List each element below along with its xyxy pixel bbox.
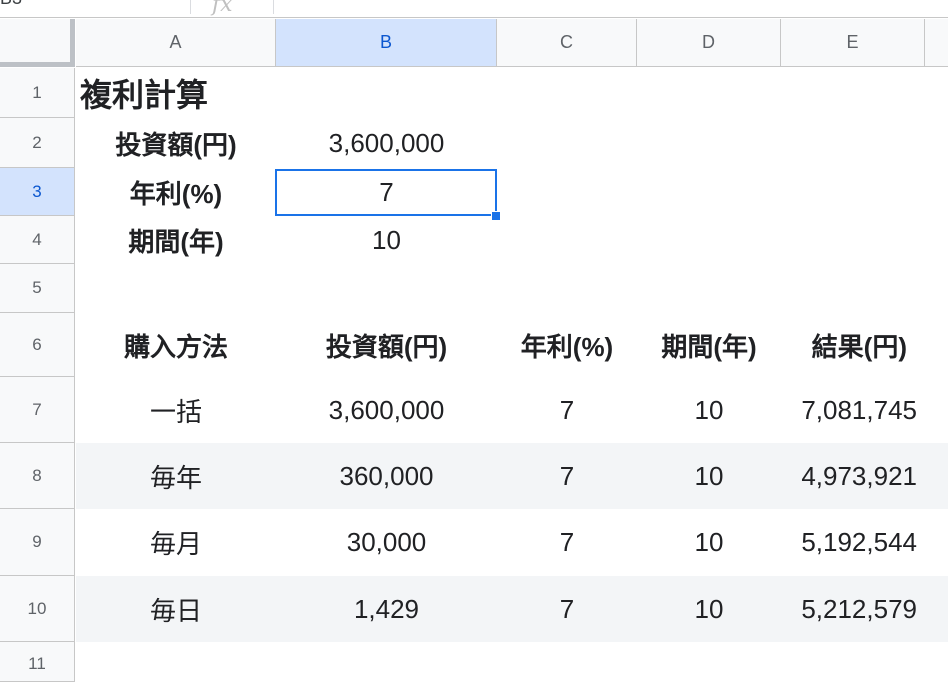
table-cell-rate[interactable]: 7: [497, 509, 637, 576]
param-value-period[interactable]: 10: [276, 216, 497, 264]
table-cell-method[interactable]: 毎月: [76, 509, 276, 576]
row-header-10[interactable]: 10: [0, 576, 75, 642]
column-header-f[interactable]: [925, 19, 948, 67]
table-header-result[interactable]: 結果(円): [781, 313, 925, 377]
param-label-period[interactable]: 期間(年): [76, 216, 276, 264]
row-header-4[interactable]: 4: [0, 216, 75, 264]
table-cell-method[interactable]: 一括: [76, 377, 276, 443]
select-all-corner[interactable]: [0, 19, 75, 67]
table-cell-investment[interactable]: 30,000: [276, 509, 497, 576]
table-cell-period[interactable]: 10: [637, 509, 781, 576]
freeze-divider-horizontal[interactable]: [0, 62, 75, 67]
fill-handle[interactable]: [491, 211, 501, 221]
row-header-8[interactable]: 8: [0, 443, 75, 509]
table-cell-result[interactable]: 5,212,579: [781, 576, 925, 642]
column-header-a[interactable]: A: [76, 19, 276, 67]
table-cell-method[interactable]: 毎年: [76, 443, 276, 509]
table-header-investment[interactable]: 投資額(円): [276, 313, 497, 377]
fx-icon: fx: [212, 0, 233, 17]
sheet-title-cell[interactable]: 複利計算: [76, 68, 276, 118]
formula-bar-divider: [190, 0, 191, 14]
row-header-2[interactable]: 2: [0, 118, 75, 168]
table-cell-investment[interactable]: 360,000: [276, 443, 497, 509]
row-header-3[interactable]: 3: [0, 168, 75, 216]
freeze-divider-vertical[interactable]: [70, 19, 75, 67]
row-header-7[interactable]: 7: [0, 377, 75, 443]
table-header-rate[interactable]: 年利(%): [497, 313, 637, 377]
table-cell-result[interactable]: 5,192,544: [781, 509, 925, 576]
table-cell-rate[interactable]: 7: [497, 443, 637, 509]
param-label-investment[interactable]: 投資額(円): [76, 118, 276, 168]
table-cell-result[interactable]: 7,081,745: [781, 377, 925, 443]
column-header-c[interactable]: C: [497, 19, 637, 67]
table-cell-rate[interactable]: 7: [497, 576, 637, 642]
column-header-b[interactable]: B: [276, 19, 497, 67]
row-header-6[interactable]: 6: [0, 313, 75, 377]
param-label-rate[interactable]: 年利(%): [76, 168, 276, 216]
table-header-method[interactable]: 購入方法: [76, 313, 276, 377]
table-cell-rate[interactable]: 7: [497, 377, 637, 443]
row-header-5[interactable]: 5: [0, 264, 75, 313]
active-cell-selection[interactable]: [275, 169, 497, 216]
name-box-value: B3: [0, 0, 22, 7]
table-cell-investment[interactable]: 1,429: [276, 576, 497, 642]
table-cell-result[interactable]: 4,973,921: [781, 443, 925, 509]
formula-bar-divider: [273, 0, 274, 14]
column-header-d[interactable]: D: [637, 19, 781, 67]
param-value-investment[interactable]: 3,600,000: [276, 118, 497, 168]
table-cell-period[interactable]: 10: [637, 576, 781, 642]
row-header-1[interactable]: 1: [0, 68, 75, 118]
column-header-e[interactable]: E: [781, 19, 925, 67]
row-header-11[interactable]: 11: [0, 642, 75, 682]
table-cell-period[interactable]: 10: [637, 443, 781, 509]
table-cell-method[interactable]: 毎日: [76, 576, 276, 642]
table-header-period[interactable]: 期間(年): [637, 313, 781, 377]
table-cell-period[interactable]: 10: [637, 377, 781, 443]
table-cell-investment[interactable]: 3,600,000: [276, 377, 497, 443]
name-box[interactable]: B3 ▾: [0, 0, 190, 17]
row-header-9[interactable]: 9: [0, 509, 75, 576]
